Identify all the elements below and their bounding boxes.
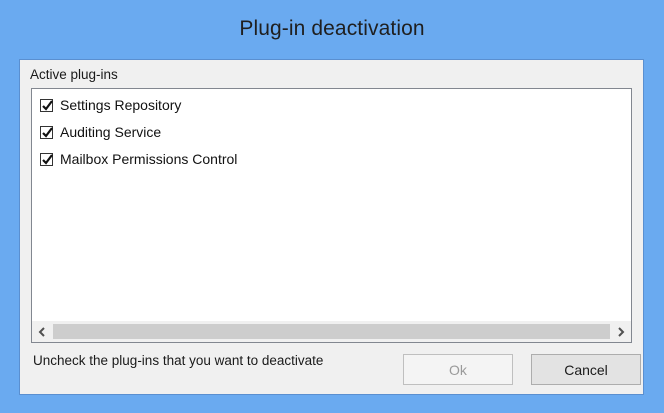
instruction-text: Uncheck the plug-ins that you want to de…	[33, 353, 324, 368]
active-plugins-label: Active plug-ins	[30, 67, 118, 82]
plugin-checkbox[interactable]	[40, 152, 53, 166]
cancel-button[interactable]: Cancel	[531, 354, 641, 385]
plugin-item-label: Settings Repository	[60, 97, 182, 113]
plugin-item-mailbox-permissions-control[interactable]: Mailbox Permissions Control	[40, 149, 237, 169]
scrollbar-thumb[interactable]	[53, 324, 610, 339]
checkmark-icon	[42, 99, 53, 111]
dialog-title: Plug-in deactivation	[239, 17, 425, 40]
dialog-body: Active plug-ins Settings Repository Audi…	[19, 59, 644, 395]
plugin-item-label: Mailbox Permissions Control	[60, 151, 238, 167]
scroll-right-button[interactable]	[611, 321, 631, 342]
dialog-window: Plug-in deactivation Active plug-ins Set…	[0, 0, 664, 413]
plugin-list-items: Settings Repository Auditing Service Mai…	[32, 89, 631, 321]
plugin-item-label: Auditing Service	[60, 124, 162, 140]
plugin-item-auditing-service[interactable]: Auditing Service	[40, 122, 161, 142]
horizontal-scrollbar[interactable]	[32, 321, 631, 342]
title-bar[interactable]: Plug-in deactivation	[0, 0, 664, 60]
ok-button[interactable]: Ok	[403, 354, 513, 385]
chevron-right-icon	[618, 326, 625, 337]
checkmark-icon	[42, 153, 53, 165]
checkmark-icon	[42, 126, 53, 138]
plugin-checkbox[interactable]	[40, 98, 53, 112]
scroll-left-button[interactable]	[32, 321, 52, 342]
chevron-left-icon	[38, 326, 45, 337]
plugin-checkbox[interactable]	[40, 125, 53, 139]
plugin-item-settings-repository[interactable]: Settings Repository	[40, 95, 181, 115]
plugin-list[interactable]: Settings Repository Auditing Service Mai…	[31, 88, 632, 343]
